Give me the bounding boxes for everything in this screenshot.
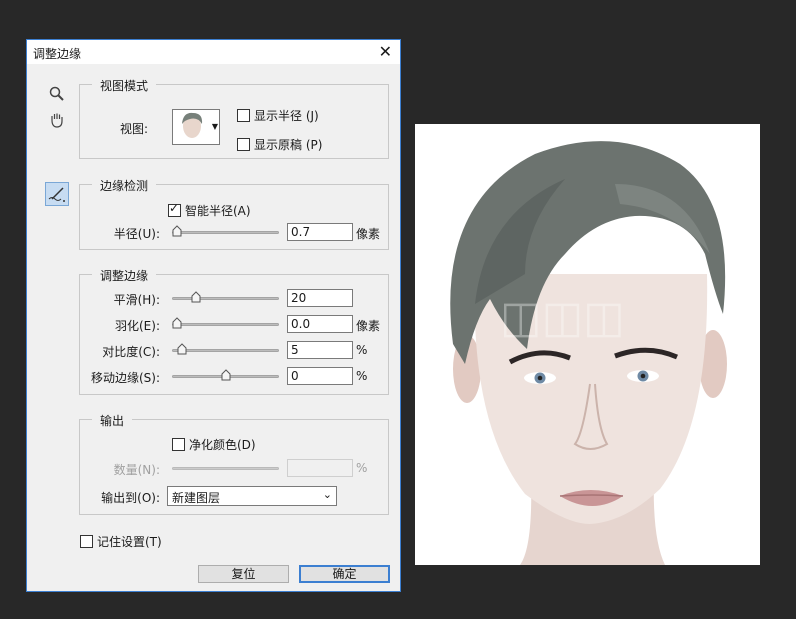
smart-radius-label: 智能半径(A) — [185, 204, 251, 218]
output-to-value: 新建图层 — [172, 491, 221, 505]
refine-radius-brush-icon[interactable] — [45, 182, 69, 206]
contrast-unit: % — [356, 343, 368, 357]
edge-detection-legend: 边缘检测 — [92, 177, 157, 194]
title-bar[interactable]: 调整边缘 ✕ — [27, 40, 400, 64]
feather-unit: 像素 — [356, 319, 381, 333]
hand-tool-icon[interactable] — [45, 108, 69, 132]
contrast-label: 对比度(C): — [102, 345, 160, 359]
radius-slider[interactable] — [172, 225, 279, 239]
output-to-select[interactable]: 新建图层 ⌄ — [167, 486, 337, 506]
slider-thumb[interactable] — [172, 225, 182, 237]
show-original-option[interactable]: 显示原稿 (P) — [237, 136, 322, 153]
shift-edge-label: 移动边缘(S): — [90, 371, 160, 385]
watermark: ◫◫◫ — [500, 292, 625, 343]
remember-settings-checkbox[interactable] — [80, 535, 93, 548]
smooth-label: 平滑(H): — [113, 293, 160, 307]
slider-thumb[interactable] — [221, 369, 231, 381]
radius-label: 半径(U): — [113, 227, 160, 241]
decontaminate-option[interactable]: 净化颜色(D) — [172, 436, 256, 453]
refine-edge-dialog: 调整边缘 ✕ 视图模式 视图: ▼ 显示半径 (J) 显示原稿 (P) 边缘检测… — [26, 39, 401, 592]
dialog-title: 调整边缘 — [33, 47, 82, 61]
feather-slider[interactable] — [172, 317, 279, 331]
shift-edge-input[interactable]: 0 — [287, 367, 353, 385]
chevron-down-icon: ⌄ — [322, 488, 332, 501]
feather-input[interactable]: 0.0 — [287, 315, 353, 333]
decontaminate-label: 净化颜色(D) — [189, 438, 256, 452]
show-original-checkbox[interactable] — [237, 138, 250, 151]
contrast-input[interactable]: 5 — [287, 341, 353, 359]
output-group: 输出 净化颜色(D) 数量(N): % 输出到(O): 新建图层 ⌄ — [79, 412, 389, 515]
slider-thumb[interactable] — [191, 291, 201, 303]
show-radius-label: 显示半径 (J) — [254, 109, 319, 123]
smart-radius-option[interactable]: 智能半径(A) — [168, 201, 251, 219]
radius-input[interactable]: 0.7 — [287, 223, 353, 241]
smooth-input[interactable]: 20 — [287, 289, 353, 307]
zoom-tool-icon[interactable] — [45, 82, 69, 106]
shift-edge-unit: % — [356, 369, 368, 383]
portrait-photo — [450, 141, 727, 565]
amount-label: 数量(N): — [113, 463, 160, 477]
radius-unit: 像素 — [356, 227, 381, 241]
image-preview: ◫◫◫ — [415, 124, 760, 565]
output-legend: 输出 — [92, 412, 133, 429]
smart-radius-checkbox[interactable] — [168, 201, 181, 217]
slider-thumb[interactable] — [172, 317, 182, 329]
show-radius-option[interactable]: 显示半径 (J) — [237, 107, 319, 124]
amount-slider — [172, 461, 279, 475]
close-icon[interactable]: ✕ — [379, 42, 392, 61]
amount-input — [287, 459, 353, 477]
feather-label: 羽化(E): — [115, 319, 160, 333]
adjust-edge-group: 调整边缘 平滑(H): 20 羽化(E): 0.0 像素 对比度(C): 5 %… — [79, 267, 389, 395]
remember-settings-label: 记住设置(T) — [97, 535, 162, 549]
amount-unit: % — [356, 461, 368, 475]
view-label: 视图: — [120, 122, 149, 136]
chevron-down-icon: ▼ — [211, 122, 218, 131]
remember-settings-option[interactable]: 记住设置(T) — [80, 533, 162, 550]
reset-button[interactable]: 复位 — [198, 565, 289, 583]
show-original-label: 显示原稿 (P) — [254, 138, 323, 152]
smooth-slider[interactable] — [172, 291, 279, 305]
show-radius-checkbox[interactable] — [237, 109, 250, 122]
contrast-slider[interactable] — [172, 343, 279, 357]
view-mode-legend: 视图模式 — [92, 77, 157, 94]
shift-edge-slider[interactable] — [172, 369, 279, 383]
view-thumbnail-dropdown[interactable]: ▼ — [172, 109, 220, 145]
decontaminate-checkbox[interactable] — [172, 438, 185, 451]
view-mode-group: 视图模式 视图: ▼ 显示半径 (J) 显示原稿 (P) — [79, 77, 389, 159]
slider-thumb[interactable] — [177, 343, 187, 355]
adjust-edge-legend: 调整边缘 — [92, 267, 157, 284]
edge-detection-group: 边缘检测 智能半径(A) 半径(U): 0.7 像素 — [79, 177, 389, 250]
ok-button[interactable]: 确定 — [299, 565, 390, 583]
output-to-label: 输出到(O): — [101, 491, 160, 505]
portrait-thumbnail-icon — [182, 112, 203, 138]
